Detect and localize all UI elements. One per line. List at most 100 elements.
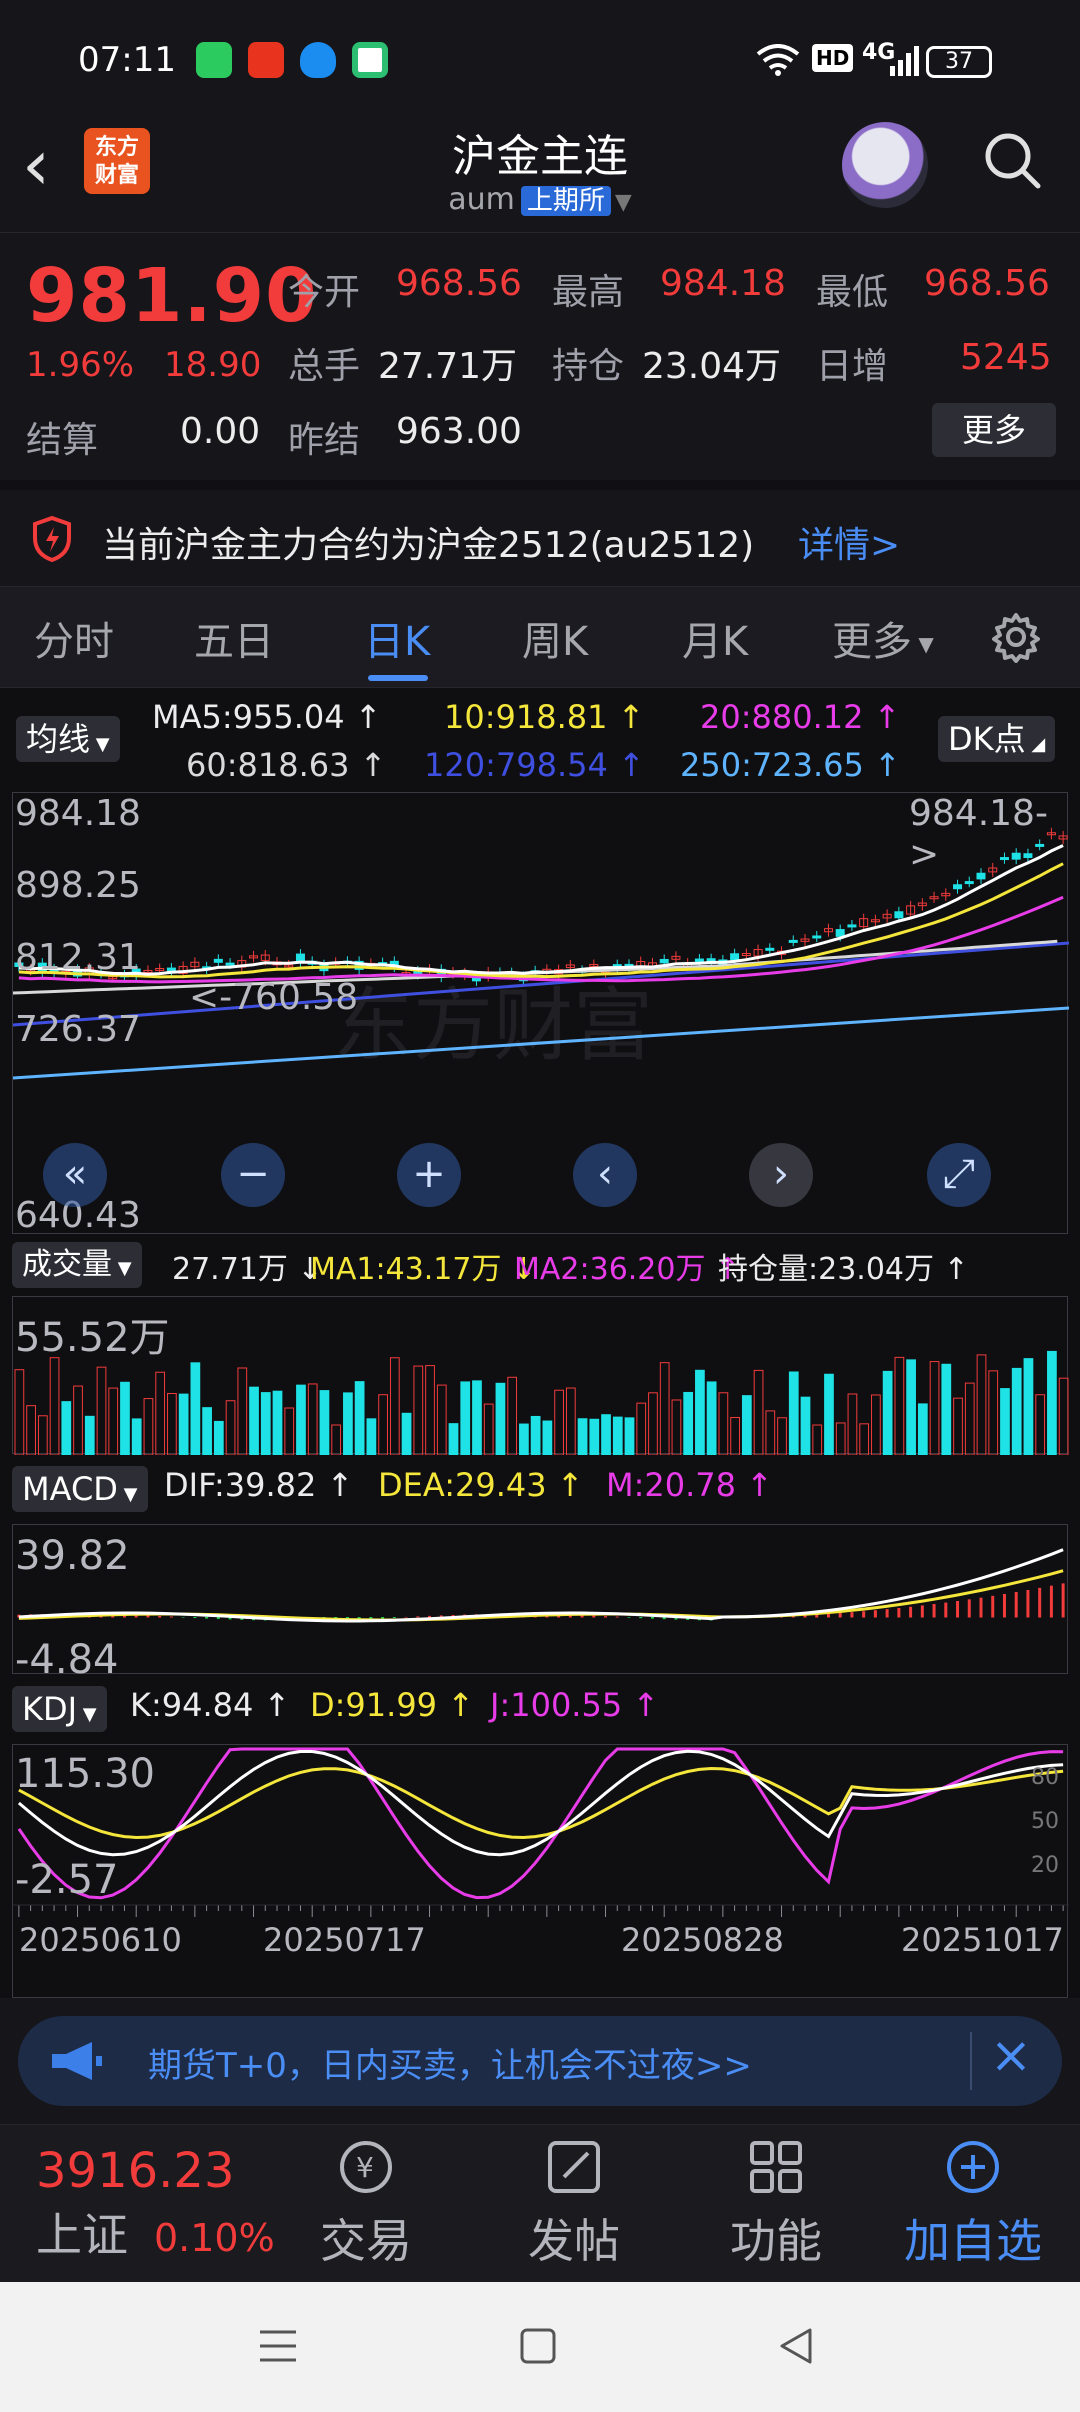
high-label: 最高	[552, 272, 625, 313]
volume-bar	[659, 1362, 670, 1455]
volume-bar	[378, 1394, 388, 1455]
volume-bar	[706, 1381, 717, 1455]
open-interest-value: 23.04万	[642, 346, 782, 387]
volume-bar	[941, 1363, 952, 1455]
search-icon[interactable]	[980, 128, 1044, 192]
volume-chart[interactable]: 55.52万	[12, 1296, 1069, 1455]
tab-more[interactable]: 更多 ▼	[832, 609, 934, 667]
volume-plot	[14, 1350, 1069, 1455]
trade-button[interactable]: ¥ 交易	[320, 2135, 412, 2271]
menu-icon[interactable]	[258, 2326, 298, 2366]
watermark: 东方财富	[333, 979, 653, 1072]
volume-bar	[859, 1423, 870, 1455]
date-ticks	[18, 1905, 1064, 1917]
date-label-3: 20250828	[621, 1921, 784, 1959]
volume-bar	[319, 1390, 330, 1455]
candle	[295, 953, 305, 963]
volume-bar	[871, 1394, 881, 1455]
candle	[894, 911, 904, 919]
volume-bar	[718, 1392, 729, 1455]
macd-bar	[944, 1602, 948, 1618]
macd-bar	[193, 1617, 197, 1619]
ma20-legend: 20:880.12 ↑	[700, 698, 901, 736]
macd-bar	[381, 1617, 385, 1619]
notice-detail-link[interactable]: 详情>	[798, 516, 900, 568]
macd-bar	[169, 1616, 173, 1618]
macd-bar	[627, 1617, 631, 1618]
listen-app-icon	[248, 42, 284, 78]
volume-bar	[800, 1396, 811, 1455]
scroll-left-fast-icon[interactable]: «	[43, 1143, 107, 1207]
volume-bar	[1023, 1358, 1034, 1455]
volume-indicator-button[interactable]: 成交量 ▼	[12, 1242, 142, 1288]
fullscreen-icon[interactable]: ⤢	[927, 1143, 991, 1207]
grid-icon	[750, 2141, 802, 2193]
volume-bar	[472, 1380, 482, 1455]
macd-bar	[604, 1616, 608, 1618]
volume-bar	[84, 1415, 95, 1455]
volume-bar	[120, 1381, 130, 1455]
functions-button[interactable]: 功能	[730, 2135, 822, 2271]
index-ticker[interactable]: 3916.23 上证 0.10%	[36, 2143, 275, 2265]
date-label-4: 20251017	[901, 1921, 1064, 1959]
step-right-icon[interactable]: ›	[749, 1143, 813, 1207]
wechat-icon	[196, 42, 232, 78]
ma-selector-button[interactable]: 均线 ▼	[16, 716, 120, 762]
kdj-indicator-button[interactable]: KDJ ▼	[12, 1686, 107, 1732]
macd-plot	[17, 1548, 1065, 1623]
header: ‹ 东方 财富 沪金主连 aum 上期所 ▼	[0, 120, 1080, 230]
volume-bar	[413, 1365, 424, 1455]
promo-banner[interactable]: 期货T+0，日内买卖，让机会不过夜>> ×	[18, 2016, 1062, 2106]
zoom-in-icon[interactable]: +	[397, 1143, 461, 1207]
candle	[765, 947, 775, 951]
macd-chart[interactable]: 39.82 -4.84	[12, 1524, 1068, 1683]
volume-bar	[988, 1370, 999, 1455]
volume-bar	[284, 1407, 295, 1455]
back-nav-icon[interactable]	[776, 2326, 816, 2366]
step-left-icon[interactable]: ‹	[573, 1143, 637, 1207]
tab-five-day[interactable]: 五日	[194, 609, 274, 667]
volume-bar	[929, 1361, 940, 1455]
volume-bar	[1058, 1377, 1069, 1455]
macd-bar	[181, 1617, 185, 1618]
more-button[interactable]: 更多	[932, 403, 1056, 457]
app-notification-icon	[352, 42, 388, 78]
price-chart[interactable]: 东方财富 984.18 898.25 812.31 726.37 640.43 …	[12, 792, 1069, 1236]
post-button[interactable]: 发帖	[528, 2135, 620, 2271]
tab-weekly-k[interactable]: 周K	[522, 609, 588, 667]
kdj-chart[interactable]: 115.30 -2.57 80 50 20 20250610 20250717 …	[12, 1744, 1069, 1998]
volume-bar	[331, 1424, 342, 1455]
volume-bar	[542, 1420, 553, 1455]
megaphone-icon	[52, 2042, 102, 2080]
candle	[847, 924, 857, 928]
tab-daily-k[interactable]: 日K	[364, 609, 430, 667]
kline-chart-area: 均线 ▼ MA5:955.04 ↑ 10:918.81 ↑ 20:880.12 …	[0, 688, 1080, 1998]
volume-bar	[917, 1403, 928, 1455]
macd-indicator-button[interactable]: MACD ▼	[12, 1466, 148, 1512]
volume-bar	[96, 1366, 107, 1455]
date-label-2: 20250717	[263, 1921, 426, 1959]
dk-point-button[interactable]: DK点 ◢	[938, 716, 1056, 762]
settings-gear-icon[interactable]	[990, 611, 1042, 663]
robot-assistant-icon[interactable]	[842, 122, 928, 208]
candle	[659, 958, 669, 964]
volume-bars	[14, 1350, 1069, 1455]
tab-monthly-k[interactable]: 月K	[682, 609, 748, 667]
daily-increase-value: 5245	[960, 337, 1052, 378]
add-watchlist-button[interactable]: 加自选	[904, 2135, 1042, 2271]
volume-bar	[777, 1417, 787, 1455]
volume-bar	[788, 1371, 799, 1455]
volume-bar	[343, 1392, 353, 1455]
macd-bar	[404, 1616, 408, 1618]
volume-bar	[167, 1393, 177, 1455]
volume-bar	[237, 1367, 248, 1455]
signal-icon	[890, 46, 919, 76]
volume-bar	[26, 1405, 36, 1455]
home-icon[interactable]	[518, 2326, 558, 2366]
zoom-out-icon[interactable]: −	[221, 1143, 285, 1207]
volume-bar	[14, 1369, 25, 1455]
tab-intraday[interactable]: 分时	[34, 609, 114, 667]
volume-bar	[436, 1384, 447, 1455]
close-icon[interactable]: ×	[990, 2026, 1032, 2084]
ma250-legend: 250:723.65 ↑	[680, 746, 901, 784]
